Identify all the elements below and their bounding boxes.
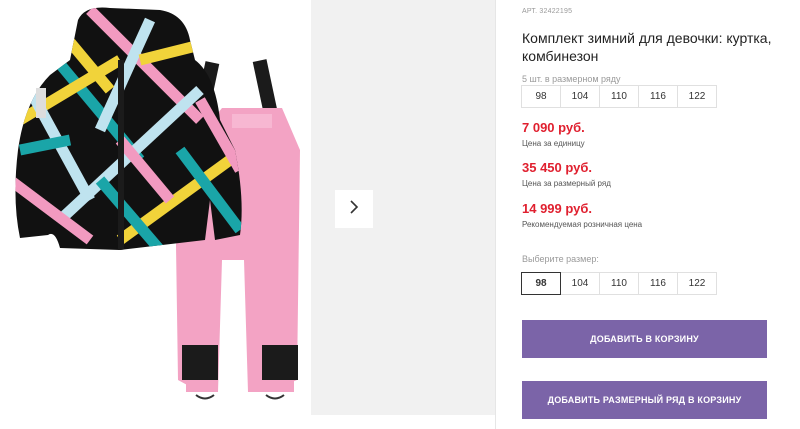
price-retail-note: Рекомендуемая розничная цена	[522, 220, 643, 229]
jacket	[15, 7, 242, 250]
size-row-cell: 104	[560, 85, 600, 108]
size-row-label: 5 шт. в размерном ряду	[522, 74, 621, 84]
product-title: Комплект зимний для девочки: куртка, ком…	[522, 30, 772, 64]
size-row-list: 98 104 110 116 122	[521, 85, 717, 108]
price-row-note: Цена за размерный ряд	[522, 179, 611, 188]
size-option-98[interactable]: 98	[521, 272, 561, 295]
winter-suit-illustration	[15, 7, 300, 400]
size-option-122[interactable]: 122	[677, 272, 717, 295]
size-row-cell: 98	[521, 85, 561, 108]
size-row-cell: 116	[638, 85, 678, 108]
chevron-right-icon	[348, 199, 360, 220]
jacket-patch	[36, 88, 46, 118]
price-retail: 14 999 руб.	[522, 201, 593, 216]
add-to-cart-button[interactable]: ДОБАВИТЬ В КОРЗИНУ	[522, 320, 767, 358]
article-number: АРТ. 32422195	[522, 8, 573, 15]
price-unit: 7 090 руб.	[522, 120, 585, 135]
size-row-cell: 122	[677, 85, 717, 108]
product-image-main[interactable]	[0, 0, 311, 429]
size-option-104[interactable]: 104	[560, 272, 600, 295]
next-image-button[interactable]	[335, 190, 373, 228]
add-size-row-to-cart-button[interactable]: ДОБАВИТЬ РАЗМЕРНЫЙ РЯД В КОРЗИНУ	[522, 381, 767, 419]
size-row-cell: 110	[599, 85, 639, 108]
price-row: 35 450 руб.	[522, 160, 593, 175]
size-option-110[interactable]: 110	[599, 272, 639, 295]
size-option-116[interactable]: 116	[638, 272, 678, 295]
gallery-divider	[495, 0, 496, 429]
product-gallery	[0, 0, 495, 429]
choose-size-label: Выберите размер:	[522, 254, 599, 264]
price-unit-note: Цена за единицу	[522, 139, 585, 148]
size-selector: 98 104 110 116 122	[521, 272, 717, 295]
